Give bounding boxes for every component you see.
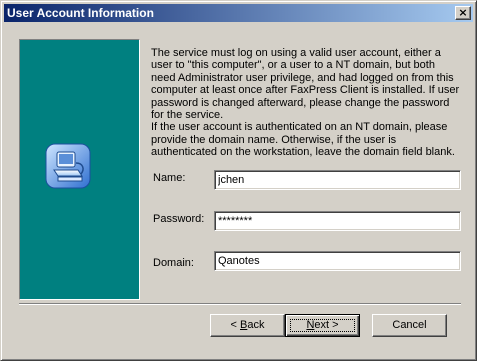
computer-icon	[45, 143, 91, 189]
cancel-label: Cancel	[392, 319, 427, 331]
password-label: Password:	[153, 213, 205, 225]
domain-field[interactable]	[214, 251, 461, 271]
dialog-window: User Account Information × The service m…	[0, 0, 477, 361]
password-field[interactable]	[214, 211, 461, 231]
back-arrow: <	[230, 319, 240, 331]
button-separator	[19, 303, 461, 305]
next-button[interactable]: Next >	[285, 314, 360, 337]
close-icon: ×	[458, 6, 468, 19]
cancel-button[interactable]: Cancel	[372, 314, 447, 337]
name-field[interactable]	[214, 170, 461, 190]
title-bar[interactable]: User Account Information ×	[4, 4, 473, 22]
back-label-rest: ack	[247, 319, 265, 331]
domain-label: Domain:	[153, 257, 194, 269]
focus-rectangle	[290, 319, 355, 332]
back-button[interactable]: < Back	[210, 314, 285, 337]
close-button[interactable]: ×	[455, 6, 471, 20]
description-text: The service must log on using a valid us…	[151, 47, 461, 159]
window-title: User Account Information	[7, 6, 154, 20]
description-paragraph-2: If the user account is authenticated on …	[151, 121, 455, 159]
name-label: Name:	[153, 172, 186, 184]
description-paragraph-1: The service must log on using a valid us…	[151, 47, 460, 122]
side-panel	[19, 39, 140, 300]
